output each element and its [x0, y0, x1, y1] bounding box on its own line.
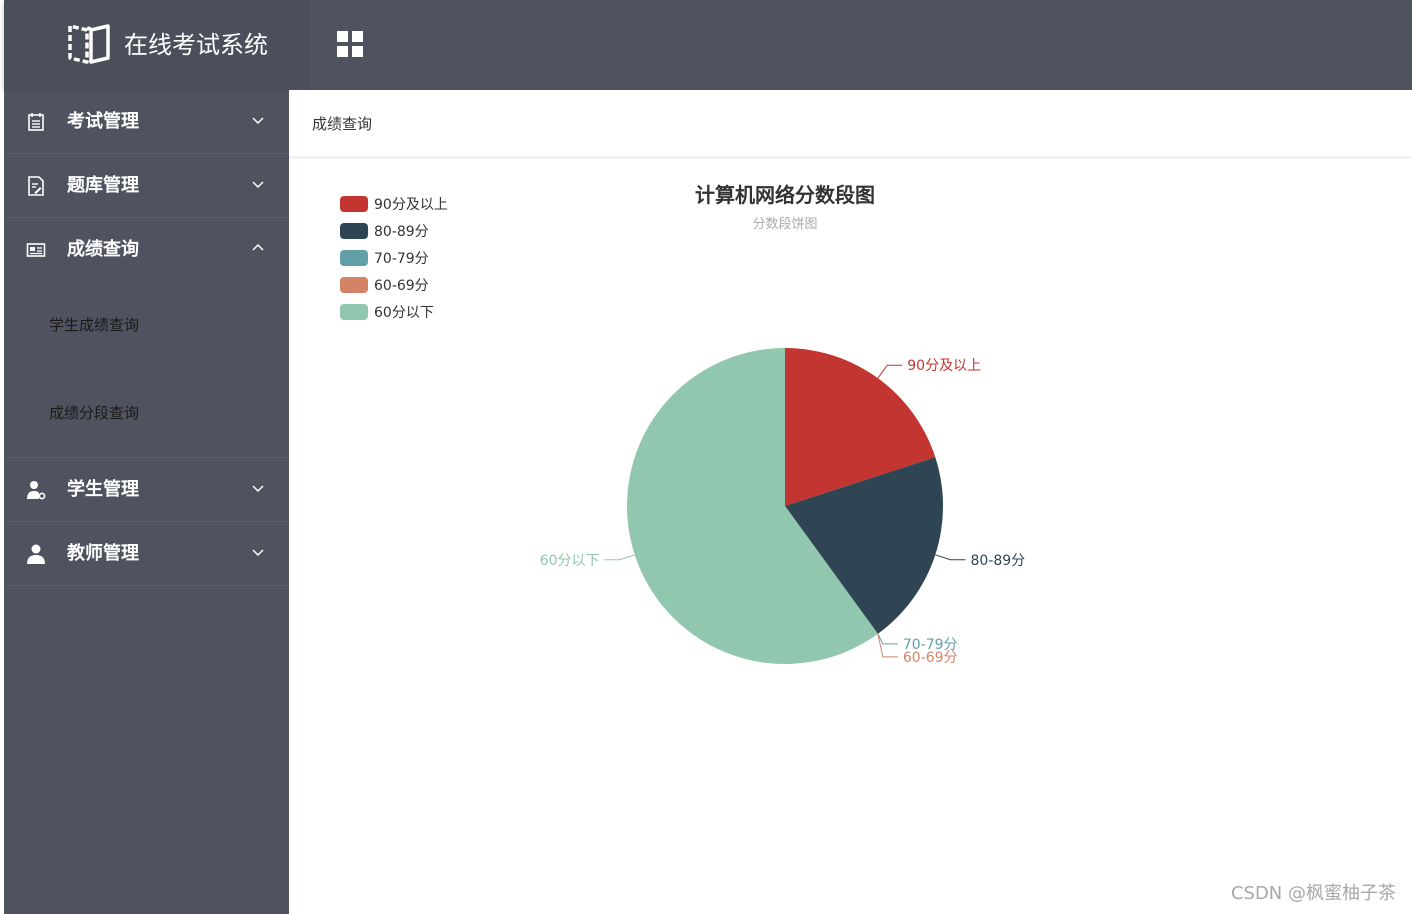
chevron-up-icon	[252, 243, 264, 251]
legend-swatch	[340, 196, 368, 212]
sidebar-item-question-bank[interactable]: 题库管理	[4, 154, 289, 218]
chart-legend: 90分及以上 80-89分 70-79分 60-69分 60分以下	[340, 196, 448, 321]
chevron-down-icon	[252, 117, 264, 125]
legend-item[interactable]: 90分及以上	[340, 196, 448, 213]
watermark: CSDN @枫蜜柚子茶	[1230, 883, 1396, 904]
legend-label: 90分及以上	[374, 197, 448, 213]
sidebar-item-student-management[interactable]: 学生管理	[4, 458, 289, 522]
sidebar-item-label: 学生管理	[67, 479, 139, 500]
legend-label: 60-69分	[374, 278, 429, 294]
pie-label-line	[877, 364, 903, 379]
legend-label: 80-89分	[374, 224, 429, 240]
submenu-item-student-scores[interactable]: 学生成绩查询	[49, 315, 139, 335]
sidebar-item-teacher-management[interactable]: 教师管理	[4, 522, 289, 586]
grid-icon[interactable]	[336, 30, 364, 58]
legend-swatch	[340, 277, 368, 293]
chart-subtitle: 分数段饼图	[752, 217, 817, 232]
id-card-icon	[26, 243, 46, 257]
app-title: 在线考试系统	[124, 31, 268, 59]
legend-item[interactable]: 70-79分	[340, 250, 429, 267]
logo-area: 在线考试系统	[4, 0, 310, 90]
legend-swatch	[340, 250, 368, 266]
sidebar: 考试管理 题库管理 成绩查询 学生成绩查询 成绩分段查询 学生管理 教师管理	[4, 90, 289, 914]
chevron-down-icon	[252, 181, 264, 189]
sidebar-item-label: 考试管理	[67, 111, 139, 132]
pie-label: 60-69分	[903, 650, 958, 666]
sidebar-item-exam-management[interactable]: 考试管理	[4, 90, 289, 154]
pie-label-line	[877, 633, 898, 658]
legend-label: 70-79分	[374, 251, 429, 267]
submenu-item-score-ranges[interactable]: 成绩分段查询	[49, 403, 139, 423]
legend-item[interactable]: 80-89分	[340, 223, 429, 240]
breadcrumb: 成绩查询	[289, 90, 1412, 159]
main-content: 成绩查询 计算机网络分数段图 分数段饼图 90分及以上 80-89分 70-79分 6…	[289, 90, 1412, 914]
pie-slices	[627, 348, 943, 664]
calendar-list-icon	[28, 113, 44, 131]
open-book-icon	[68, 24, 110, 64]
pie-label-line	[877, 633, 898, 645]
breadcrumb-current: 成绩查询	[312, 115, 373, 133]
user-gear-icon	[27, 481, 46, 500]
legend-item[interactable]: 60-69分	[340, 277, 429, 294]
legend-swatch	[340, 223, 368, 239]
score-query-submenu: 学生成绩查询 成绩分段查询	[4, 281, 289, 458]
chart-title: 计算机网络分数段图	[695, 183, 875, 207]
pie-label-line	[935, 554, 966, 561]
document-edit-icon	[28, 176, 44, 196]
legend-item[interactable]: 60分以下	[340, 304, 434, 321]
chevron-down-icon	[252, 549, 264, 557]
sidebar-item-label: 教师管理	[67, 543, 139, 564]
sidebar-item-score-query[interactable]: 成绩查询	[4, 218, 289, 281]
sidebar-item-label: 题库管理	[67, 175, 139, 196]
chevron-down-icon	[252, 485, 264, 493]
legend-swatch	[340, 304, 368, 320]
pie-label: 90分及以上	[907, 358, 981, 374]
legend-label: 60分以下	[374, 305, 434, 321]
pie-label-line	[604, 554, 635, 561]
pie-chart: 计算机网络分数段图 分数段饼图 90分及以上 80-89分 70-79分 60-69分…	[340, 183, 1025, 666]
pie-label: 60分以下	[540, 553, 600, 569]
top-bar: 在线考试系统	[4, 0, 1412, 90]
pie-label: 80-89分	[970, 553, 1025, 569]
sidebar-item-label: 成绩查询	[67, 239, 139, 260]
user-icon	[27, 544, 45, 564]
